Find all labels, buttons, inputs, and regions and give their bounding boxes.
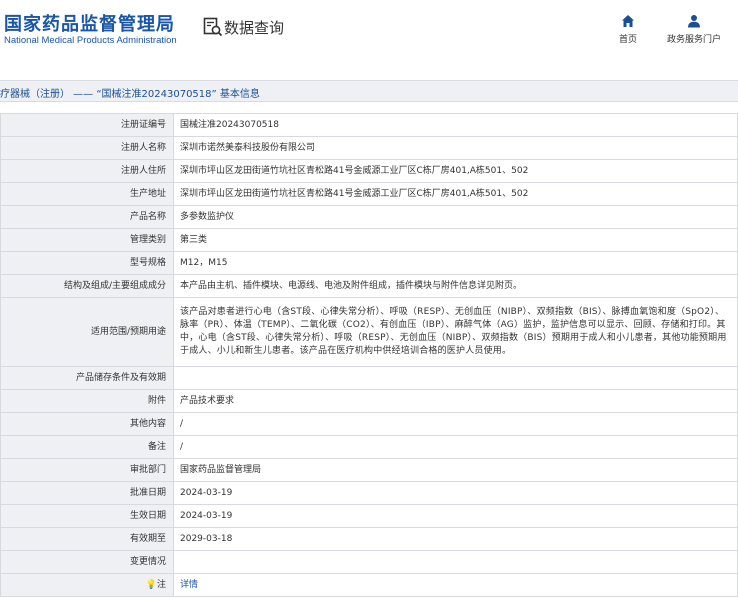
table-row: 批准日期 2024-03-19 [0,481,738,505]
field-label: 附件 [0,389,174,413]
table-row: 有效期至 2029-03-18 [0,527,738,551]
page-section-title: 数据查询 [224,19,285,37]
lightbulb-icon: 💡 [145,579,157,590]
field-label: 有效期至 [0,527,174,551]
table-row: 附件 产品技术要求 [0,389,738,413]
table-row: 产品储存条件及有效期 [0,366,738,390]
field-value: 深圳市诺然美泰科技股份有限公司 [173,136,738,160]
field-label: 注册人住所 [0,159,174,183]
table-row: 备注 / [0,435,738,459]
table-row: 管理类别 第三类 [0,228,738,252]
field-label: 产品名称 [0,205,174,229]
field-value: 2024-03-19 [173,481,738,505]
record-title: 疗器械（注册） —— “国械注准20243070518” 基本信息 [0,89,260,100]
details-link[interactable]: 详情 [180,580,198,590]
logo-title[interactable]: 国家药品监督管理局 [4,10,175,36]
table-row: 产品名称 多参数监护仪 [0,205,738,229]
field-label: 注册证编号 [0,113,174,137]
field-value: 深圳市坪山区龙田街道竹坑社区青松路41号金威源工业厂区C栋厂房401,A栋501… [173,182,738,206]
field-value: 该产品对患者进行心电（含ST段、心律失常分析）、呼吸（RESP）、无创血压（NI… [173,297,738,367]
table-row: 生产地址 深圳市坪山区龙田街道竹坑社区青松路41号金威源工业厂区C栋厂房401,A… [0,182,738,206]
nav-service-portal-label: 政务服务门户 [666,35,721,45]
document-search-icon [203,17,223,37]
field-value [173,366,738,390]
field-label: 注 [156,579,166,590]
table-row: 结构及组成/主要组成成分 本产品由主机、插件模块、电源线、电池及附件组成，插件模块… [0,274,738,298]
field-value: 国家药品监督管理局 [173,458,738,482]
field-value [173,550,738,574]
table-row: 注册人住所 深圳市坪山区龙田街道竹坑社区青松路41号金威源工业厂区C栋厂房401,… [0,159,738,183]
field-value: 产品技术要求 [173,389,738,413]
field-label: 生产地址 [0,182,174,206]
field-label: 其他内容 [0,412,174,436]
note-label-cell: 💡注 [0,573,174,597]
field-label: 批准日期 [0,481,174,505]
field-value: 国械注准20243070518 [173,113,738,137]
field-label: 审批部门 [0,458,174,482]
user-icon [688,15,700,28]
home-icon [622,15,634,27]
field-value: 2029-03-18 [173,527,738,551]
table-row: 审批部门 国家药品监督管理局 [0,458,738,482]
field-value: 本产品由主机、插件模块、电源线、电池及附件组成，插件模块与附件信息详见附页。 [173,274,738,298]
field-label: 适用范围/预期用途 [0,297,174,367]
field-value: / [173,435,738,459]
table-row: 生效日期 2024-03-19 [0,504,738,528]
site-header: 国家药品监督管理局 National Medical Products Admi… [0,0,738,62]
field-value: / [173,412,738,436]
registration-detail-table: 注册证编号 国械注准20243070518 注册人名称 深圳市诺然美泰科技股份有限公… [0,113,738,597]
logo-subtitle: National Medical Products Administration [4,35,177,46]
table-row: 型号规格 M12，M15 [0,251,738,275]
field-value: 第三类 [173,228,738,252]
table-row: 注册人名称 深圳市诺然美泰科技股份有限公司 [0,136,738,160]
field-value: 多参数监护仪 [173,205,738,229]
table-row: 其他内容 / [0,412,738,436]
field-label: 注册人名称 [0,136,174,160]
field-value: M12，M15 [173,251,738,275]
table-row: 适用范围/预期用途 该产品对患者进行心电（含ST段、心律失常分析）、呼吸（RESP… [0,297,738,367]
field-value: 2024-03-19 [173,504,738,528]
nav-home-label: 首页 [618,35,637,45]
record-title-bar: 疗器械（注册） —— “国械注准20243070518” 基本信息 [0,80,738,102]
field-label: 产品储存条件及有效期 [0,366,174,390]
nav-service-portal[interactable]: 政务服务门户 [664,14,724,45]
field-label: 管理类别 [0,228,174,252]
note-value-cell: 详情 [173,573,738,597]
field-value: 深圳市坪山区龙田街道竹坑社区青松路41号金威源工业厂区C栋厂房401,A栋501… [173,159,738,183]
table-row: 注册证编号 国械注准20243070518 [0,113,738,137]
field-label: 型号规格 [0,251,174,275]
field-label: 备注 [0,435,174,459]
nav-home[interactable]: 首页 [616,14,640,45]
field-label: 结构及组成/主要组成成分 [0,274,174,298]
table-row: 💡注 详情 [0,573,738,597]
field-label: 变更情况 [0,550,174,574]
field-label: 生效日期 [0,504,174,528]
table-row: 变更情况 [0,550,738,574]
